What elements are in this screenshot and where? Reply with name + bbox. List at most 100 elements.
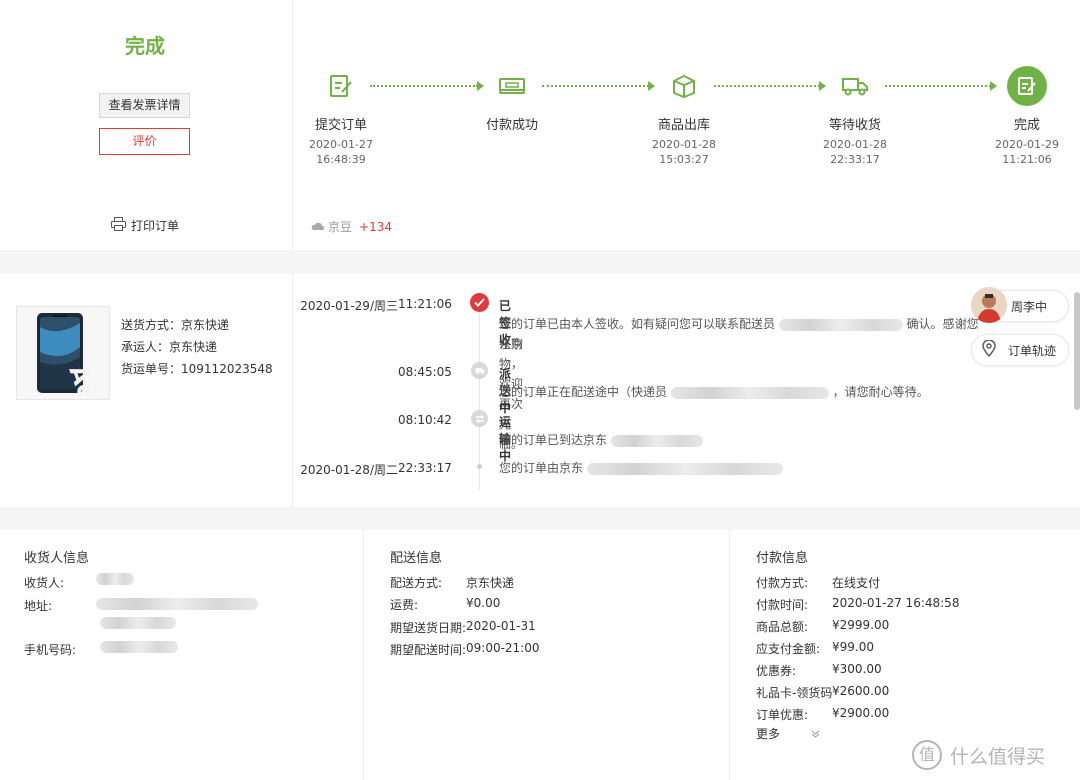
delivery-row-label: 期望配送时间: [390,643,467,657]
tracking-time: 08:10:42 [398,413,452,427]
step-label: 完成 [1013,118,1040,133]
watermark: 值 什么值得买 [912,740,1045,770]
payment-row-label: 付款方式: [756,576,809,590]
redacted-block [610,434,703,447]
payment-row-value: 2020-01-27 16:48:58 [832,596,960,610]
courier-avatar [971,286,1007,323]
tracking-text-part: 您的订单正在配送途中（快递员 [499,385,668,399]
printer-icon [111,217,126,234]
delivery-row-label: 期望送货日期: [390,621,467,635]
carrier-label: 承运人： [121,340,170,354]
order-progress-section: 完成 查看发票详情 评价 打印订单 提交订单 2020-01-27 16:48:… [0,0,1080,250]
payment-row-value: ¥99.00 [832,640,874,654]
timeline-line [479,308,480,490]
tracking-time: 11:21:06 [398,297,452,311]
order-track-label: 订单轨迹 [1008,343,1057,358]
step-label: 商品出库 [657,118,710,133]
watermark-logo-icon: 值 [912,740,942,770]
truck-icon [835,66,875,106]
location-pin-icon [982,339,996,360]
tracking-number-value: 109112023548 [181,362,273,376]
check-edit-icon [1007,66,1047,106]
payment-row-label: 商品总额: [756,620,809,634]
tracking-text: 您的订单已由本人签收。如有疑问您可以联系配送员 确认。感谢您在京 [499,314,979,354]
step-label: 付款成功 [485,118,538,133]
payment-row-value: ¥300.00 [832,662,882,676]
redacted-block [586,462,783,475]
tracking-text-part: 您的订单已由本人签收。如有疑问您可以联系配送员 [499,317,776,331]
courier-contact-widget[interactable]: 周李中 [971,286,1069,323]
package-icon [664,66,704,106]
tracking-text: 您的订单已到达京东 [499,430,979,450]
timeline-dot [477,464,482,469]
shipping-method-label: 送货方式： [121,318,182,332]
step-date: 2020-01-27 [309,138,373,151]
order-track-button[interactable]: 订单轨迹 [971,334,1069,366]
step-label: 等待收货 [828,118,881,133]
progress-step-awaiting: 等待收货 2020-01-28 22:33:17 [795,66,915,167]
step-date: 2020-01-28 [823,138,887,151]
shipment-panel: Ace 送货方式：京东快递 承运人：京东快递 货运单号：109112023548 [0,274,293,507]
redacted-block [100,641,178,653]
edit-icon [321,66,361,106]
receiver-info-panel: 收货人信息 收货人: 地址: 手机号码: [0,530,364,780]
order-status-panel: 完成 查看发票详情 评价 打印订单 [0,0,293,250]
payment-row-label: 订单优惠: [756,708,809,722]
chevron-down-icon [811,727,820,741]
section-gap [0,250,1080,274]
delivery-row-label: 配送方式: [390,576,443,590]
progress-step-complete: 完成 2020-01-29 11:21:06 [967,66,1080,167]
product-image[interactable]: Ace [16,306,110,417]
more-link[interactable]: 更多 [756,725,820,742]
watermark-text: 什么值得买 [950,745,1046,768]
delivery-row-value: 京东快递 [466,576,515,590]
redacted-block [96,598,258,610]
jd-bean-reward: 京豆 +134 [311,218,392,235]
scrollbar[interactable] [1074,292,1080,410]
tracking-time: 08:45:05 [398,365,452,379]
step-time: 15:03:27 [659,153,709,166]
step-time: 22:33:17 [830,153,880,166]
step-time: 11:21:06 [1002,153,1052,166]
tracking-text-part: 您的订单由京东 [499,461,584,475]
shipment-tracking-section: Ace 送货方式：京东快递 承运人：京东快递 货运单号：109112023548… [0,274,1080,507]
payment-row-value: ¥2900.00 [832,706,890,720]
progress-step-submit: 提交订单 2020-01-27 16:48:39 [281,66,401,167]
cloud-icon [311,220,325,234]
review-button[interactable]: 评价 [99,128,190,155]
delivery-row-value: 2020-01-31 [466,619,536,633]
shipping-method-value: 京东快递 [181,318,230,332]
jd-bean-value: +134 [359,219,392,234]
tracking-text-part: 您的订单已到达京东 [499,433,608,447]
print-order-label: 打印订单 [131,219,180,233]
section-gap [0,507,1080,530]
payment-row-label: 应支付金额: [756,642,821,656]
receiver-heading: 收货人信息 [24,551,90,566]
redacted-block [670,386,829,399]
tracking-date: 2020-01-28/周二 [300,463,398,477]
order-status-title: 完成 [125,34,165,58]
payment-row-label: 付款时间: [756,598,809,612]
delivery-row-label: 运费: [390,598,419,612]
delivery-row-value: ¥0.00 [466,596,501,610]
receiver-address-label: 地址: [24,599,53,613]
step-label: 提交订单 [314,118,367,133]
redacted-block [100,617,176,629]
payment-row-value: 在线支付 [832,576,881,590]
payment-heading: 付款信息 [756,551,809,566]
step-date: 2020-01-28 [652,138,716,151]
tracking-text: 您的订单正在配送途中（快递员 ，请您耐心等待。 [499,382,979,402]
view-invoice-button[interactable]: 查看发票详情 [99,93,190,118]
jd-bean-label: 京豆 [328,220,353,234]
receiver-phone-label: 手机号码: [24,643,77,657]
redacted-block [778,318,903,331]
step-time: 16:48:39 [316,153,366,166]
print-order-link[interactable]: 打印订单 [111,217,179,234]
carrier-value: 京东快递 [169,340,218,354]
courier-name: 周李中 [1011,299,1048,314]
payment-icon [492,66,532,106]
tracking-time: 22:33:17 [398,461,452,475]
transit-icon [471,410,488,427]
shipment-info: 送货方式：京东快递 承运人：京东快递 货运单号：109112023548 [121,314,273,380]
receiver-name-label: 收货人: [24,576,65,590]
